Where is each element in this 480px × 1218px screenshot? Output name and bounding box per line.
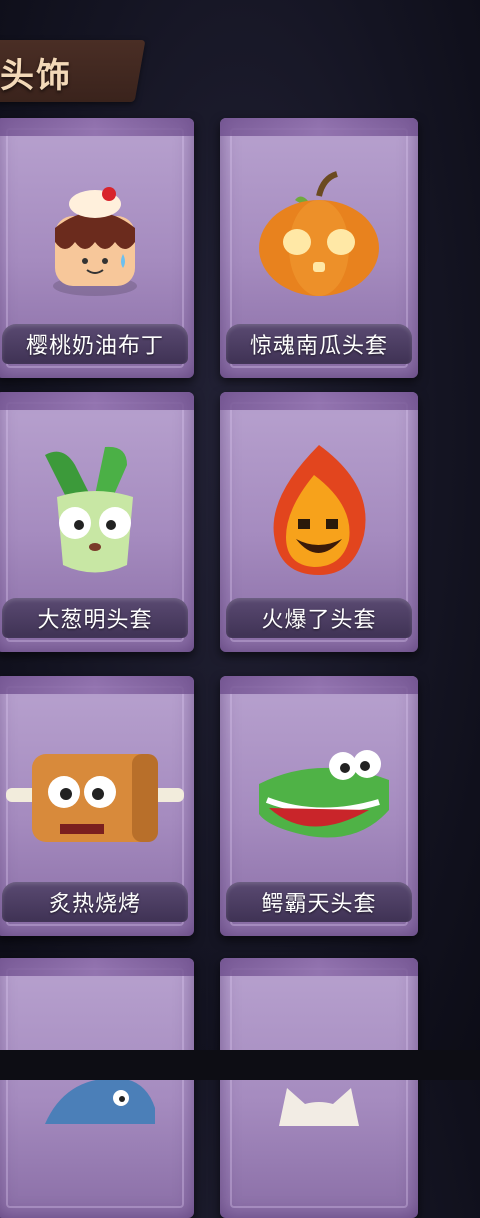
item-label-bar: 鳄霸天头套 (226, 882, 412, 922)
item-card-scallion[interactable]: 大葱明头套 (0, 392, 194, 652)
item-card-barbecue[interactable]: 炙热烧烤 (0, 676, 194, 936)
item-label: 大葱明头套 (37, 608, 153, 633)
item-card-pudding[interactable]: 樱桃奶油布丁 (0, 118, 194, 378)
item-label-bar: 炙热烧烤 (2, 882, 188, 922)
pumpkin-hat-icon (220, 146, 418, 326)
headwear-grid: 樱桃奶油布丁 惊魂南瓜头套 大葱明头套 火爆了头套 炙热烧烤 鳄霸天头套 (0, 0, 480, 1218)
item-label: 炙热烧烤 (48, 892, 141, 917)
shark-hat-icon (0, 1008, 194, 1188)
pudding-hat-icon (0, 146, 194, 326)
item-label: 鳄霸天头套 (261, 892, 377, 917)
bottom-bar (0, 1050, 480, 1080)
item-card-fireball[interactable]: 火爆了头套 (220, 392, 418, 652)
crocodile-hat-icon (220, 704, 418, 884)
item-card-pumpkin[interactable]: 惊魂南瓜头套 (220, 118, 418, 378)
item-label: 惊魂南瓜头套 (249, 334, 388, 359)
scallion-hat-icon (0, 420, 194, 600)
item-label-bar: 大葱明头套 (2, 598, 188, 638)
barbecue-hat-icon (0, 704, 194, 884)
item-label: 火爆了头套 (261, 608, 377, 633)
item-card-cat[interactable] (220, 958, 418, 1218)
fireball-hat-icon (220, 420, 418, 600)
item-label-bar: 火爆了头套 (226, 598, 412, 638)
item-label-bar: 樱桃奶油布丁 (2, 324, 188, 364)
item-card-shark[interactable] (0, 958, 194, 1218)
item-card-crocodile[interactable]: 鳄霸天头套 (220, 676, 418, 936)
item-label-bar: 惊魂南瓜头套 (226, 324, 412, 364)
item-label: 樱桃奶油布丁 (25, 334, 164, 359)
cat-hat-icon (220, 1010, 418, 1190)
